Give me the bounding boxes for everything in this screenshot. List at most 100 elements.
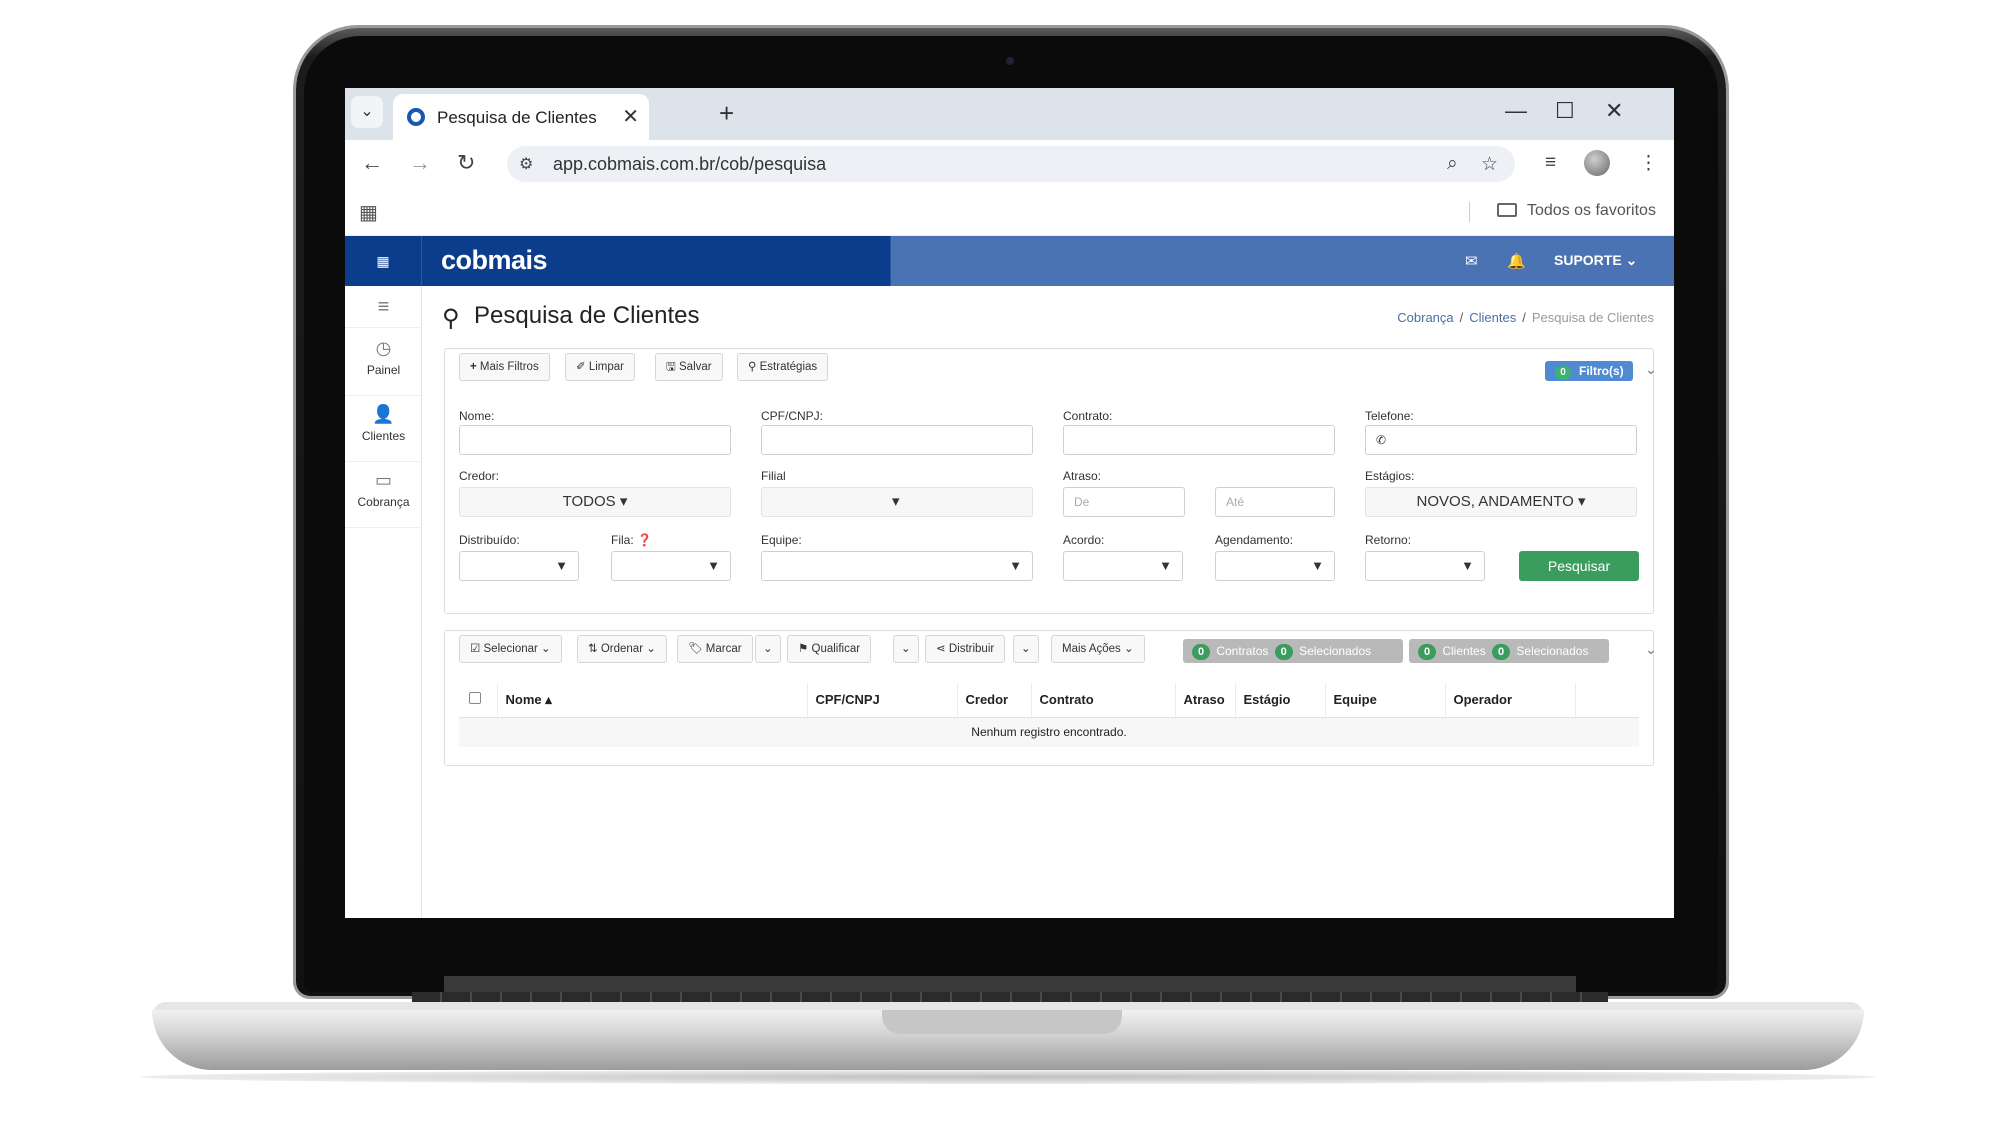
retorno-select[interactable]: ▼ — [1365, 551, 1485, 581]
clear-button[interactable]: ✐ Limpar — [565, 353, 635, 381]
atraso-de-placeholder: De — [1074, 495, 1090, 509]
logo: cobmais — [441, 245, 548, 275]
column-atraso[interactable]: Atraso — [1175, 683, 1236, 718]
all-bookmarks-label: Todos os favoritos — [1527, 202, 1656, 219]
site-info-icon[interactable]: ⚙ — [519, 154, 533, 174]
bell-icon[interactable]: 🔔 — [1507, 252, 1526, 270]
collapse-filters-icon[interactable]: ⌄ — [1645, 361, 1657, 378]
clear-label: Limpar — [588, 361, 624, 373]
app-grid-icon[interactable]: ▦ — [345, 236, 422, 286]
atraso-de-input[interactable]: De — [1063, 487, 1185, 517]
select-label: Selecionar — [483, 643, 538, 655]
avatar[interactable] — [1584, 150, 1610, 176]
all-bookmarks-link[interactable]: Todos os favoritos — [1497, 202, 1656, 220]
close-icon[interactable]: ✕ — [622, 104, 639, 129]
select-all-checkbox[interactable] — [469, 692, 481, 705]
save-label: Salvar — [679, 361, 712, 373]
column-credor[interactable]: Credor — [957, 683, 1032, 718]
window-close-icon[interactable]: ✕ — [1605, 98, 1623, 124]
forward-icon[interactable]: → — [409, 150, 431, 176]
save-button[interactable]: 🖫 Salvar — [655, 353, 723, 381]
credor-select[interactable]: TODOS ▾ — [459, 487, 731, 517]
column-equipe[interactable]: Equipe — [1325, 683, 1446, 718]
laptop-notch — [882, 1010, 1122, 1034]
cpf-input[interactable] — [761, 425, 1033, 455]
back-icon[interactable]: ← — [361, 150, 383, 176]
breadcrumb: Cobrança / Clientes / Pesquisa de Clientes — [1397, 310, 1654, 325]
breadcrumb-cobranca[interactable]: Cobrança — [1397, 310, 1453, 325]
collapse-results-icon[interactable]: ⌄ — [1645, 641, 1657, 658]
strategies-button[interactable]: ⚲ Estratégias — [737, 353, 829, 381]
select-dropdown-button[interactable]: ☑ Selecionar ⌄ — [459, 635, 562, 663]
reload-icon[interactable]: ↻ — [457, 150, 475, 176]
distribute-dropdown-button[interactable]: ⌄ — [1013, 635, 1039, 663]
zoom-icon[interactable]: ⌕ — [1447, 153, 1458, 175]
breadcrumb-clientes[interactable]: Clientes — [1469, 310, 1516, 325]
new-tab-icon[interactable]: + — [719, 98, 734, 129]
results-panel: ☑ Selecionar ⌄ ⇅ Ordenar ⌄ 🏷 Marcar ⌄ ⚑ … — [444, 630, 1657, 766]
column-estagio[interactable]: Estágio — [1235, 683, 1326, 718]
filter-count: 0 — [1555, 366, 1571, 380]
maximize-icon[interactable]: ☐ — [1555, 98, 1575, 124]
nome-input[interactable] — [459, 425, 731, 455]
sidebar-item-clientes[interactable]: 👤 Clientes — [345, 396, 422, 462]
qualify-dropdown-button[interactable]: ⌄ — [893, 635, 919, 663]
contracts-selected-label: Selecionados — [1299, 644, 1372, 658]
column-contrato[interactable]: Contrato — [1031, 683, 1176, 718]
clients-selected-label: Selecionados — [1516, 644, 1589, 658]
sidebar-item-painel[interactable]: ◷ Painel — [345, 330, 422, 396]
user-menu[interactable]: SUPORTE ⌄ — [1554, 252, 1637, 269]
sort-dropdown-button[interactable]: ⇅ Ordenar ⌄ — [577, 635, 667, 663]
fila-select[interactable]: ▼ — [611, 551, 731, 581]
more-filters-button[interactable]: + Mais Filtros — [459, 353, 550, 381]
chevron-down-icon: ▼ — [555, 558, 568, 573]
equipe-select[interactable]: ▼ — [761, 551, 1033, 581]
column-cpf[interactable]: CPF/CNPJ — [807, 683, 958, 718]
kebab-menu-icon[interactable]: ⋮ — [1639, 152, 1658, 175]
browser-tab[interactable]: Pesquisa de Clientes ✕ — [393, 94, 649, 140]
column-operador[interactable]: Operador — [1445, 683, 1576, 718]
distribuido-select[interactable]: ▼ — [459, 551, 579, 581]
chevron-down-icon: ▼ — [1311, 558, 1324, 573]
mark-dropdown-button[interactable]: ⌄ — [755, 635, 781, 663]
atraso-ate-placeholder: Até — [1226, 495, 1245, 509]
search-button[interactable]: Pesquisar — [1519, 551, 1639, 581]
monitor-icon: ▭ — [374, 470, 392, 490]
sidebar-item-label: Clientes — [361, 429, 406, 443]
contracts-selected-count: 0 — [1274, 644, 1293, 660]
minimize-icon[interactable]: — — [1505, 98, 1527, 124]
media-icon[interactable]: ≡ — [1545, 152, 1556, 174]
apps-grid-icon[interactable]: ▦ — [359, 200, 378, 225]
estagios-select[interactable]: NOVOS, ANDAMENTO ▾ — [1365, 487, 1637, 517]
filter-panel: + Mais Filtros ✐ Limpar 🖫 Salvar ⚲ Estra… — [444, 348, 1657, 614]
star-icon[interactable]: ☆ — [1481, 153, 1498, 176]
telefone-input[interactable]: ✆ — [1365, 425, 1637, 455]
clients-counter: 0 Clientes 0 Selecionados — [1409, 639, 1609, 663]
mail-icon[interactable]: ✉ — [1465, 252, 1478, 270]
hamburger-menu-icon[interactable]: ≡ — [345, 286, 422, 328]
nome-label: Nome: — [459, 409, 495, 423]
column-nome[interactable]: Nome ▴ — [497, 683, 808, 718]
filial-select[interactable]: ▾ — [761, 487, 1033, 517]
distribute-button[interactable]: ⋖ Distribuir — [925, 635, 1006, 663]
select-all-checkbox-cell — [459, 683, 498, 718]
contrato-input[interactable] — [1063, 425, 1335, 455]
laptop-shadow — [140, 1070, 1876, 1084]
qualify-button[interactable]: ⚑ Qualificar — [787, 635, 872, 663]
address-bar[interactable]: ⚙ app.cobmais.com.br/cob/pesquisa ⌕ ☆ — [507, 146, 1515, 182]
agendamento-select[interactable]: ▼ — [1215, 551, 1335, 581]
atraso-label: Atraso: — [1063, 469, 1102, 483]
tab-search-button[interactable]: ⌄ — [351, 96, 383, 128]
tab-title: Pesquisa de Clientes — [437, 108, 597, 127]
empty-message: Nenhum registro encontrado. — [459, 717, 1639, 747]
help-icon[interactable]: ❓ — [637, 533, 652, 547]
acordo-select[interactable]: ▼ — [1063, 551, 1183, 581]
atraso-ate-input[interactable]: Até — [1215, 487, 1335, 517]
sidebar-item-cobranca[interactable]: ▭ Cobrança — [345, 462, 422, 528]
app-header: ▦ cobmais ✉ 🔔 SUPORTE ⌄ — [345, 236, 1674, 286]
clients-selected-count: 0 — [1492, 644, 1511, 660]
filter-count-badge[interactable]: 0 Filtro(s) — [1545, 361, 1633, 381]
mark-button[interactable]: 🏷 Marcar — [677, 635, 753, 663]
table-row: Nenhum registro encontrado. — [459, 717, 1639, 747]
more-actions-button[interactable]: Mais Ações ⌄ — [1051, 635, 1145, 663]
